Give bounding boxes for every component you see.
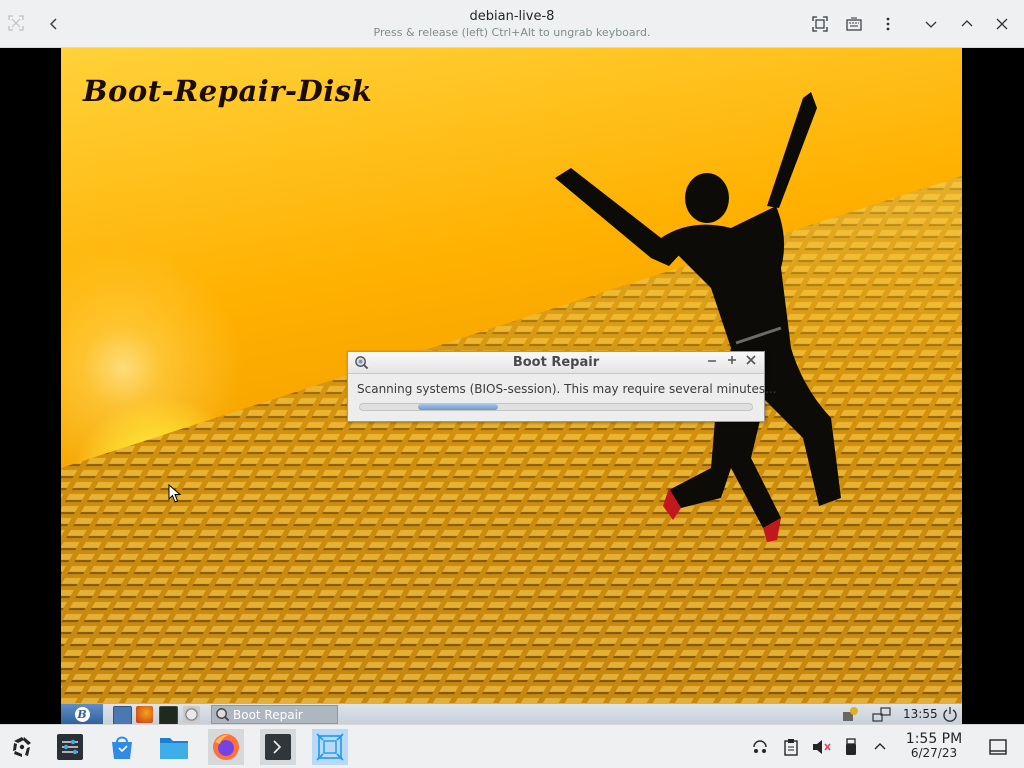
mouse-cursor-icon bbox=[168, 484, 182, 503]
dialog-maximize-button[interactable] bbox=[724, 354, 740, 370]
send-keys-button[interactable] bbox=[842, 12, 866, 36]
virt-manager-launcher[interactable] bbox=[312, 729, 348, 765]
show-desktop-button[interactable] bbox=[988, 737, 1008, 757]
guest-start-button[interactable]: B bbox=[61, 704, 103, 725]
window-title: debian-live-8 bbox=[469, 9, 555, 24]
application-launcher-button[interactable] bbox=[4, 729, 40, 765]
show-hidden-tray-icon[interactable] bbox=[870, 737, 890, 757]
virtual-machine-icon bbox=[316, 733, 344, 761]
taskbar-task-boot-repair[interactable]: Boot Repair bbox=[211, 705, 338, 724]
window-subtitle: Press & release (left) Ctrl+Alt to ungra… bbox=[373, 26, 651, 39]
progress-pulse bbox=[418, 404, 498, 410]
volume-muted-icon[interactable] bbox=[811, 737, 831, 757]
power-icon[interactable] bbox=[942, 706, 958, 722]
host-panel: 1:55 PM 6/27/23 bbox=[0, 724, 1024, 768]
settings-sliders-icon bbox=[57, 734, 83, 760]
guest-clock[interactable]: 13:55 bbox=[903, 707, 938, 721]
minimize-icon bbox=[708, 360, 716, 362]
updates-tray-icon[interactable] bbox=[841, 706, 859, 723]
host-clock[interactable]: 1:55 PM 6/27/23 bbox=[898, 731, 970, 760]
keyboard-icon bbox=[846, 17, 862, 31]
network-tray-icon[interactable] bbox=[872, 706, 892, 723]
kde-launcher-icon bbox=[13, 737, 31, 757]
boot-repair-app-icon bbox=[216, 708, 230, 722]
dolphin-launcher[interactable] bbox=[156, 729, 192, 765]
close-icon bbox=[996, 18, 1008, 30]
dialog-titlebar[interactable]: Boot Repair bbox=[348, 352, 764, 374]
guest-display[interactable]: Boot-Repair-Disk Boot Repair Scanning sy… bbox=[61, 48, 962, 725]
menu-dots-icon bbox=[886, 17, 890, 31]
browser-launcher-icon[interactable] bbox=[136, 706, 153, 723]
screen-fit-button[interactable] bbox=[808, 12, 832, 36]
chevron-down-icon bbox=[925, 21, 937, 28]
dialog-title: Boot Repair bbox=[512, 355, 600, 370]
show-desktop-icon[interactable] bbox=[113, 706, 132, 725]
boot-repair-dialog: Boot Repair Scanning systems (BIOS-sessi… bbox=[347, 351, 777, 422]
firefox-icon bbox=[213, 734, 239, 760]
dialog-message: Scanning systems (BIOS-session). This ma… bbox=[357, 382, 777, 396]
scan-progress-bar bbox=[359, 403, 753, 411]
connect-tray-icon[interactable] bbox=[750, 737, 770, 757]
maximize-button[interactable] bbox=[955, 12, 979, 36]
dialog-close-button[interactable] bbox=[743, 354, 759, 370]
guest-taskbar: B Boot Repair 13:55 bbox=[61, 703, 962, 725]
start-menu-letter: B bbox=[74, 707, 90, 722]
wallpaper-logo: Boot-Repair-Disk bbox=[83, 74, 373, 108]
shopping-bag-icon bbox=[112, 736, 132, 759]
vm-window-titlebar: debian-live-8 Press & release (left) Ctr… bbox=[0, 0, 1024, 48]
usb-device-tray-icon[interactable] bbox=[841, 737, 861, 757]
terminal-launcher-icon[interactable] bbox=[159, 706, 178, 725]
boot-repair-launcher-icon[interactable] bbox=[183, 706, 200, 723]
system-settings-launcher[interactable] bbox=[52, 729, 88, 765]
menu-button[interactable] bbox=[876, 12, 900, 36]
terminal-icon bbox=[265, 734, 291, 760]
show-desktop-icon bbox=[989, 739, 1007, 755]
screen-fit-icon bbox=[812, 16, 828, 32]
minimize-button[interactable] bbox=[919, 12, 943, 36]
konsole-launcher[interactable] bbox=[260, 729, 296, 765]
task-label: Boot Repair bbox=[233, 708, 303, 722]
clipboard-tray-icon[interactable] bbox=[781, 737, 801, 757]
dialog-minimize-button[interactable] bbox=[704, 354, 720, 370]
close-button[interactable] bbox=[990, 12, 1014, 36]
clock-time: 1:55 PM bbox=[905, 731, 963, 747]
chevron-up-icon bbox=[961, 20, 973, 27]
clock-date: 6/27/23 bbox=[910, 746, 958, 760]
jumping-person-silhouette bbox=[555, 92, 841, 542]
firefox-launcher[interactable] bbox=[208, 729, 244, 765]
plus-icon bbox=[728, 356, 736, 364]
close-icon bbox=[746, 355, 756, 365]
discover-launcher[interactable] bbox=[104, 729, 140, 765]
folder-icon bbox=[160, 738, 188, 759]
